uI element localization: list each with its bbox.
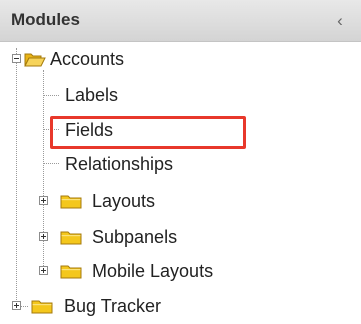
tree-item-layouts[interactable]: Layouts <box>92 190 155 212</box>
tree-connector <box>43 95 59 96</box>
modules-panel: Modules ‹ Accounts Labels Fields Relatio… <box>0 0 361 324</box>
module-tree: Accounts Labels Fields Relationships Lay… <box>0 42 361 324</box>
folder-icon <box>60 263 82 279</box>
tree-item-mobile-layouts[interactable]: Mobile Layouts <box>92 260 213 282</box>
collapse-toggle-icon[interactable] <box>12 54 21 63</box>
folder-icon <box>31 298 53 314</box>
expand-toggle-icon[interactable] <box>39 266 48 275</box>
expand-toggle-icon[interactable] <box>39 196 48 205</box>
tree-item-subpanels[interactable]: Subpanels <box>92 226 177 248</box>
tree-connector <box>16 48 17 308</box>
panel-header: Modules ‹ <box>0 0 361 42</box>
fields-highlight-box <box>50 116 246 149</box>
panel-title: Modules <box>11 10 80 29</box>
expand-toggle-icon[interactable] <box>39 232 48 241</box>
open-folder-icon <box>24 51 46 67</box>
tree-item-labels[interactable]: Labels <box>65 84 118 106</box>
expand-toggle-icon[interactable] <box>12 301 21 310</box>
folder-icon <box>60 193 82 209</box>
tree-connector <box>43 163 59 164</box>
tree-item-bug-tracker[interactable]: Bug Tracker <box>64 295 161 317</box>
folder-icon <box>60 229 82 245</box>
tree-item-relationships[interactable]: Relationships <box>65 153 173 175</box>
tree-item-accounts[interactable]: Accounts <box>50 48 124 70</box>
collapse-chevron-icon[interactable]: ‹ <box>330 11 350 31</box>
